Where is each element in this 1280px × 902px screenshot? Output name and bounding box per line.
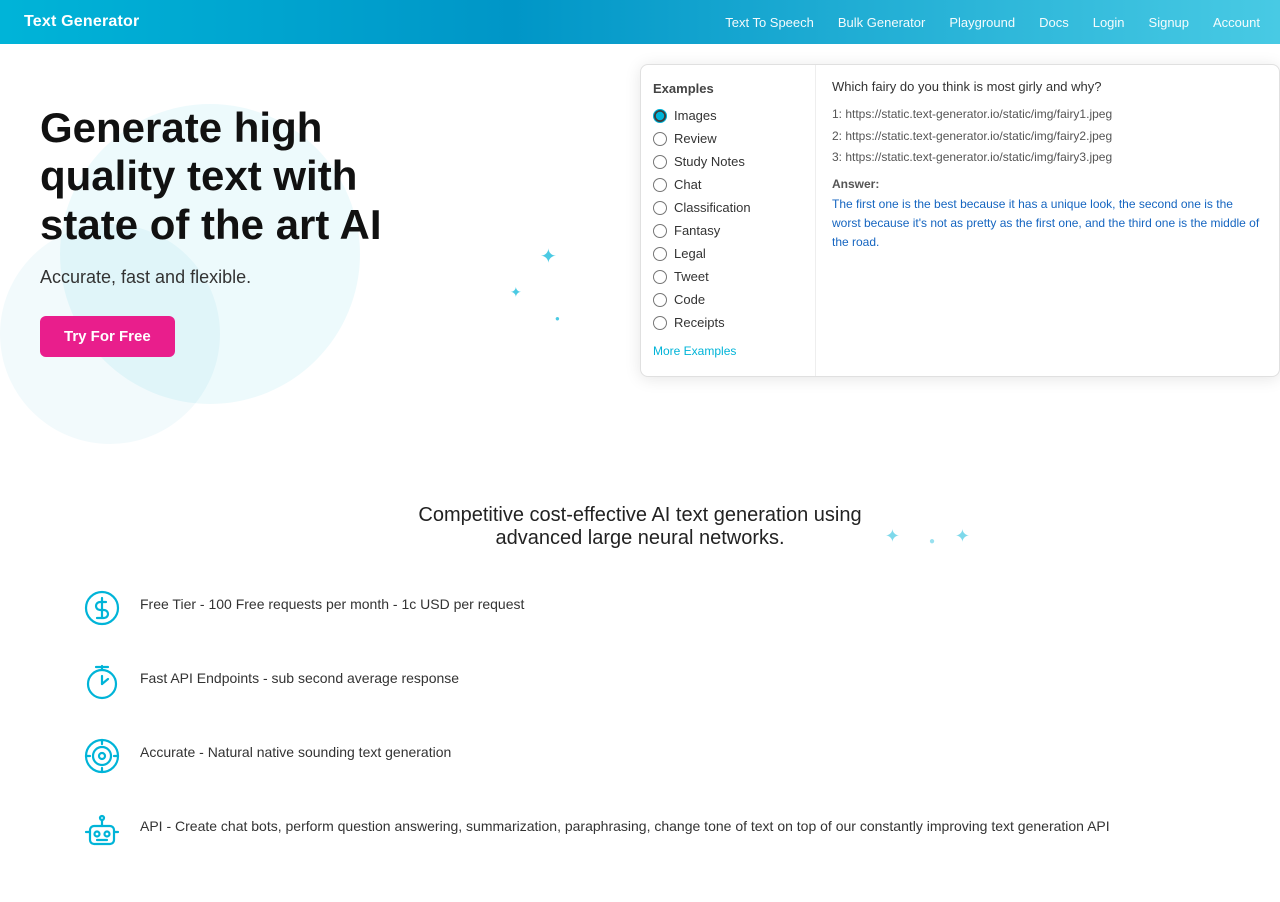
feature-text-accurate: Accurate - Natural native sounding text … [140, 734, 451, 760]
nav-text-to-speech[interactable]: Text To Speech [725, 15, 814, 30]
target-icon [80, 734, 124, 778]
deco-star-2: ✦ [510, 284, 522, 301]
radio-code[interactable] [653, 293, 667, 307]
radio-study-notes[interactable] [653, 155, 667, 169]
more-examples-link[interactable]: More Examples [653, 344, 736, 358]
feature-text-fast-api: Fast API Endpoints - sub second average … [140, 660, 459, 686]
feature-item-free-tier: Free Tier - 100 Free requests per month … [40, 586, 1240, 630]
radio-fantasy[interactable] [653, 224, 667, 238]
nav-account[interactable]: Account [1213, 15, 1260, 30]
hero-subtitle: Accurate, fast and flexible. [40, 267, 410, 288]
try-free-button[interactable]: Try For Free [40, 316, 175, 357]
features-headline: Competitive cost-effective AI text gener… [390, 504, 890, 550]
examples-panel: Examples Images Review Study Notes Chat … [640, 64, 1280, 377]
nav-playground[interactable]: Playground [949, 15, 1015, 30]
timer-icon [80, 660, 124, 704]
radio-chat[interactable] [653, 178, 667, 192]
deco-dot-1: ● [555, 314, 560, 323]
main-nav: Text To Speech Bulk Generator Playground… [725, 15, 1260, 30]
robot-icon [80, 808, 124, 852]
deco-star-1: ✦ [540, 244, 557, 269]
example-option-code[interactable]: Code [653, 292, 803, 307]
example-option-study-notes[interactable]: Study Notes [653, 154, 803, 169]
example-option-legal[interactable]: Legal [653, 246, 803, 261]
examples-urls: 1: https://static.text-generator.io/stat… [832, 104, 1263, 169]
example-option-classification[interactable]: Classification [653, 200, 803, 215]
examples-section-title: Examples [653, 81, 803, 96]
nav-bulk-generator[interactable]: Bulk Generator [838, 15, 925, 30]
examples-sidebar: Examples Images Review Study Notes Chat … [641, 65, 816, 376]
dollar-icon [80, 586, 124, 630]
example-option-chat[interactable]: Chat [653, 177, 803, 192]
example-option-tweet[interactable]: Tweet [653, 269, 803, 284]
feature-text-free-tier: Free Tier - 100 Free requests per month … [140, 586, 524, 612]
deco-star-4: ✦ [955, 526, 970, 547]
radio-classification[interactable] [653, 201, 667, 215]
feature-item-accurate: Accurate - Natural native sounding text … [40, 734, 1240, 778]
nav-login[interactable]: Login [1093, 15, 1125, 30]
features-section: Competitive cost-effective AI text gener… [0, 464, 1280, 902]
example-option-receipts[interactable]: Receipts [653, 315, 803, 330]
example-option-review[interactable]: Review [653, 131, 803, 146]
hero-section: ✦ ● ✦ Generate high quality text with st… [0, 44, 1280, 464]
examples-answer-label: Answer: [832, 177, 1263, 191]
nav-signup[interactable]: Signup [1149, 15, 1189, 30]
radio-images[interactable] [653, 109, 667, 123]
radio-legal[interactable] [653, 247, 667, 261]
deco-star-3: ✦ [885, 526, 900, 547]
deco-dot-2: ● [929, 536, 935, 547]
examples-question: Which fairy do you think is most girly a… [832, 79, 1263, 94]
example-option-images[interactable]: Images [653, 108, 803, 123]
logo[interactable]: Text Generator [24, 13, 139, 31]
hero-title: Generate high quality text with state of… [40, 104, 410, 249]
feature-item-api: API - Create chat bots, perform question… [40, 808, 1240, 852]
radio-receipts[interactable] [653, 316, 667, 330]
example-option-fantasy[interactable]: Fantasy [653, 223, 803, 238]
feature-text-api: API - Create chat bots, perform question… [140, 808, 1110, 834]
header: Text Generator Text To Speech Bulk Gener… [0, 0, 1280, 44]
feature-item-fast-api: Fast API Endpoints - sub second average … [40, 660, 1240, 704]
radio-review[interactable] [653, 132, 667, 146]
nav-docs[interactable]: Docs [1039, 15, 1069, 30]
examples-content: Which fairy do you think is most girly a… [816, 65, 1279, 376]
radio-tweet[interactable] [653, 270, 667, 284]
examples-answer-text: The first one is the best because it has… [832, 195, 1263, 253]
